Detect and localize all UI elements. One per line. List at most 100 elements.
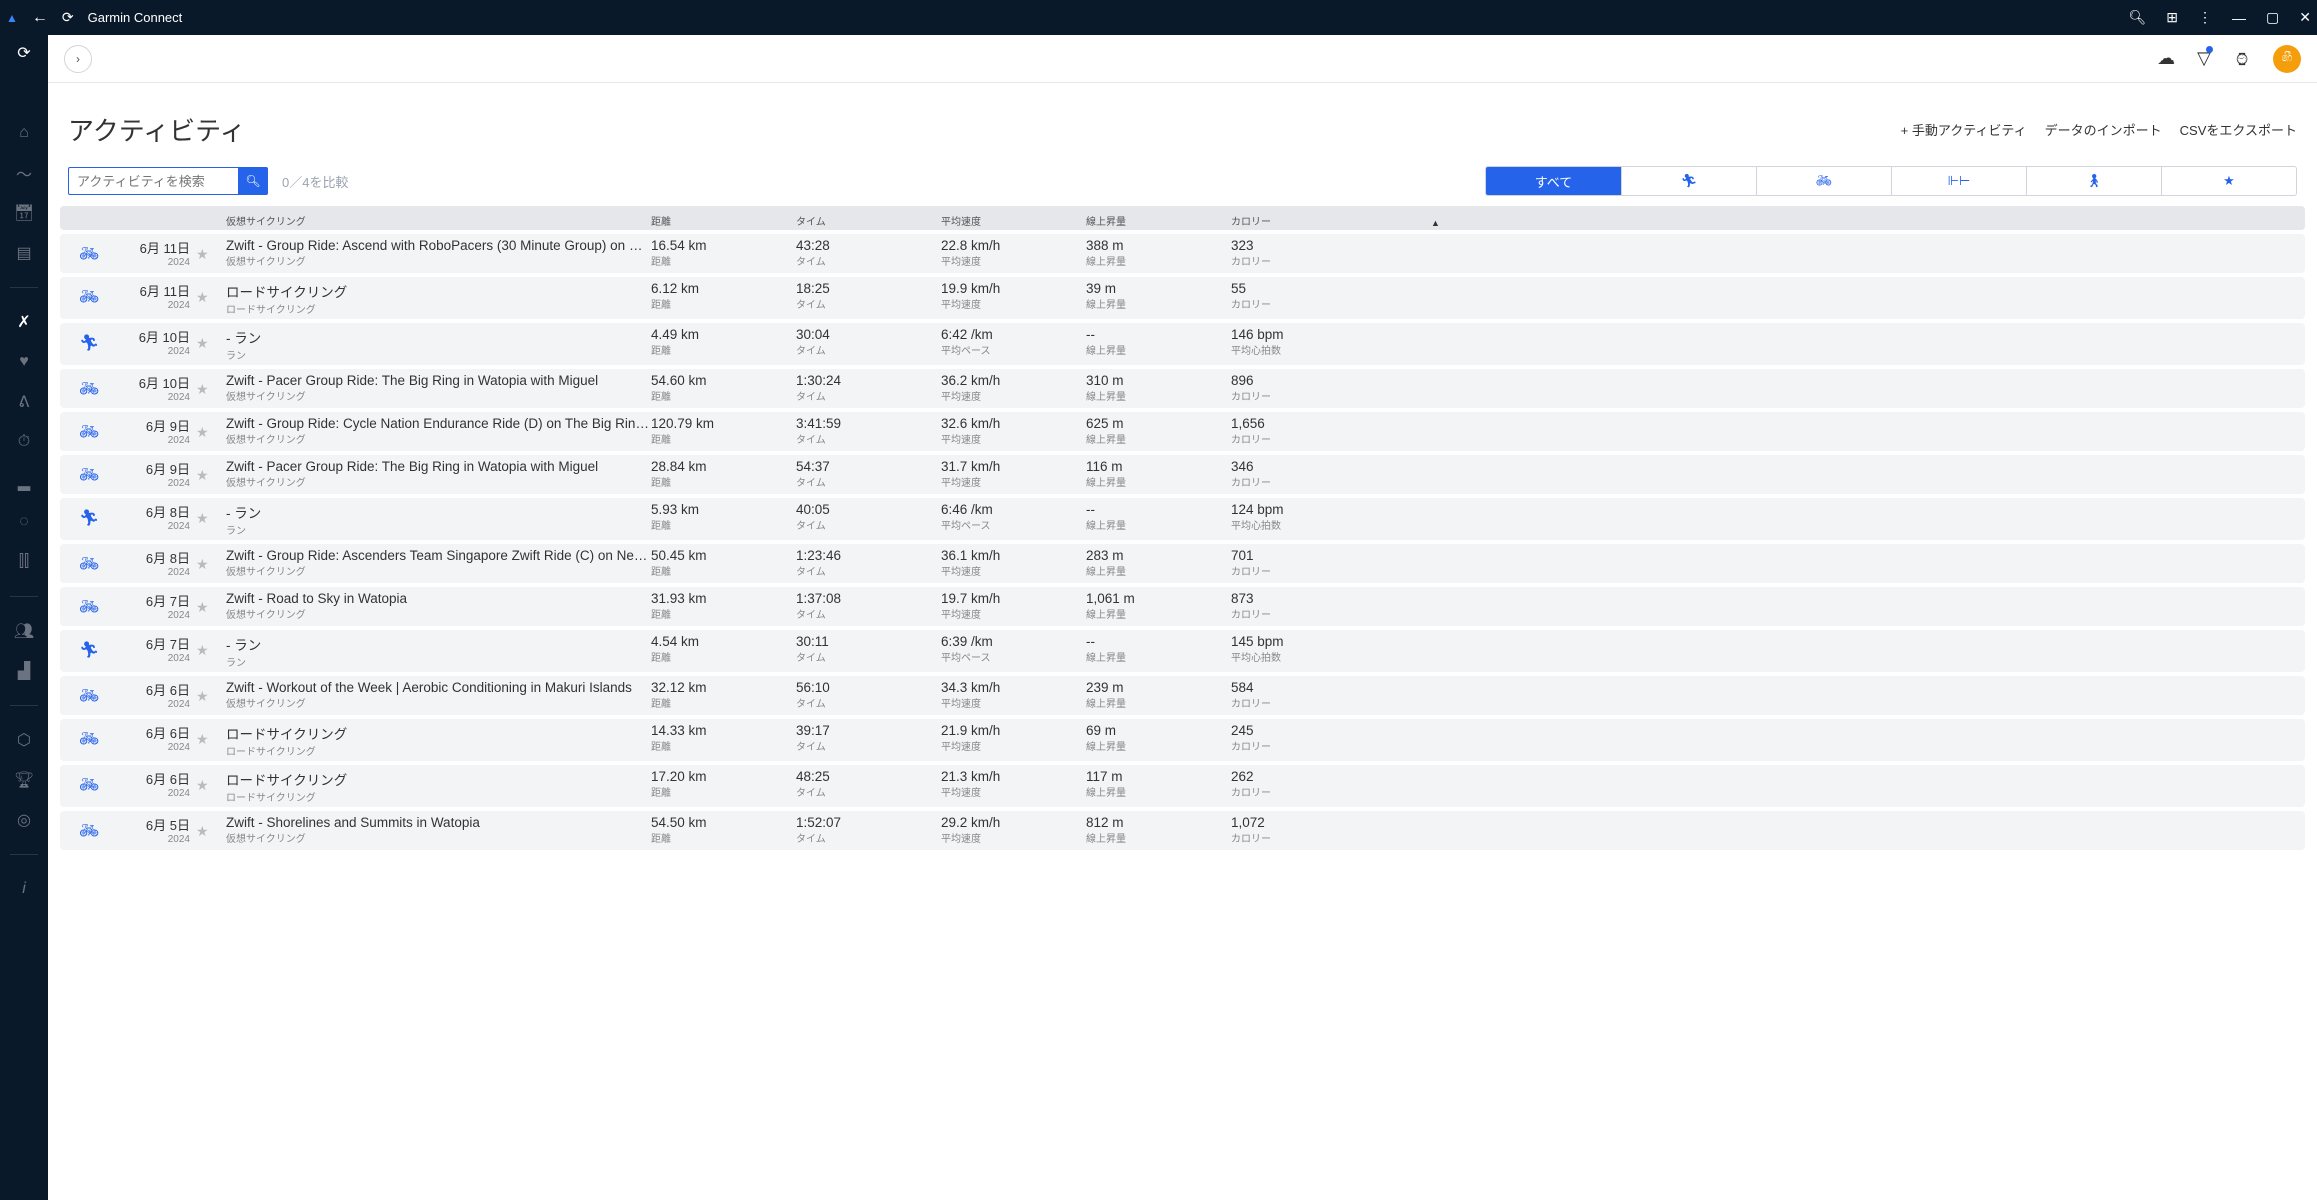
- row-distance: 5.93 km: [651, 502, 796, 517]
- rail-home-icon[interactable]: ⌂: [14, 123, 34, 143]
- favorite-toggle[interactable]: ★: [196, 815, 226, 847]
- search-button[interactable]: 🔍︎: [238, 167, 268, 195]
- rail-group-icon[interactable]: ▟: [14, 661, 34, 681]
- rail-activity-icon[interactable]: ✗: [14, 312, 34, 332]
- table-row[interactable]: 🏃︎ 6月 8日 2024 ★ - ラン ラン 5.93 km 距離 40:05…: [60, 498, 2305, 540]
- rail-shoe-icon[interactable]: ▂: [14, 472, 34, 492]
- favorite-toggle[interactable]: ★: [196, 281, 226, 313]
- tab-cycle[interactable]: 🚲︎: [1756, 167, 1891, 195]
- reload-icon[interactable]: ⟳: [62, 9, 74, 26]
- row-title: Zwift - Workout of the Week | Aerobic Co…: [226, 680, 651, 695]
- tab-strength[interactable]: ⊩⊢: [1891, 167, 2026, 195]
- search-input[interactable]: [68, 167, 238, 195]
- favorite-toggle[interactable]: ★: [196, 680, 226, 712]
- forward-button[interactable]: ›: [64, 45, 92, 73]
- activity-table[interactable]: 仮想サイクリング 距離 タイム 平均速度 線上昇量 カロリー ▲ 🚲︎ 6月 1…: [48, 206, 2317, 1200]
- col-time[interactable]: タイム: [796, 213, 941, 230]
- col-type-sublabel[interactable]: 仮想サイクリング: [226, 213, 651, 230]
- cycle-icon: 🚲︎: [66, 373, 106, 405]
- table-row[interactable]: 🚲︎ 6月 10日 2024 ★ Zwift - Pacer Group Rid…: [60, 369, 2305, 408]
- device-icon[interactable]: ⌚︎: [2233, 45, 2251, 72]
- row-subtype: 仮想サイクリング: [226, 606, 651, 621]
- row-date: 6月 7日: [106, 634, 190, 653]
- col-elev[interactable]: 線上昇量: [1086, 213, 1231, 230]
- favorite-toggle[interactable]: ★: [196, 459, 226, 491]
- cycle-icon: 🚲︎: [66, 723, 106, 755]
- favorite-toggle[interactable]: ★: [196, 723, 226, 755]
- table-row[interactable]: 🚲︎ 6月 6日 2024 ★ Zwift - Workout of the W…: [60, 676, 2305, 715]
- tab-walk[interactable]: 🚶︎: [2026, 167, 2161, 195]
- row-year: 2024: [106, 257, 190, 268]
- action-import-data[interactable]: データのインポート: [2045, 120, 2162, 139]
- row-metric5: 346: [1231, 459, 1431, 474]
- action-manual-activity[interactable]: + 手動アクティビティ: [1901, 120, 2027, 139]
- action-export-csv[interactable]: CSVをエクスポート: [2180, 120, 2297, 139]
- favorite-toggle[interactable]: ★: [196, 634, 226, 666]
- rail-info-icon[interactable]: i: [14, 879, 34, 899]
- maximize-button[interactable]: ▢: [2266, 9, 2279, 26]
- rail-users-icon[interactable]: 👥︎: [14, 621, 34, 641]
- table-row[interactable]: 🚲︎ 6月 6日 2024 ★ ロードサイクリング ロードサイクリング 14.3…: [60, 719, 2305, 761]
- walk-icon: 🚶︎: [2086, 173, 2103, 189]
- table-row[interactable]: 🚲︎ 6月 11日 2024 ★ ロードサイクリング ロードサイクリング 6.1…: [60, 277, 2305, 319]
- favorite-toggle[interactable]: ★: [196, 416, 226, 448]
- favorite-toggle[interactable]: ★: [196, 769, 226, 801]
- back-icon[interactable]: ←: [32, 9, 48, 27]
- col-calorie[interactable]: カロリー: [1231, 213, 1431, 230]
- table-row[interactable]: 🏃︎ 6月 10日 2024 ★ - ラン ラン 4.49 km 距離 30:0…: [60, 323, 2305, 365]
- favorite-toggle[interactable]: ★: [196, 548, 226, 580]
- row-time: 54:37: [796, 459, 941, 474]
- row-subtype: 仮想サイクリング: [226, 695, 651, 710]
- table-row[interactable]: 🚲︎ 6月 5日 2024 ★ Zwift - Shorelines and S…: [60, 811, 2305, 850]
- rail-news-icon[interactable]: ▤: [14, 243, 34, 263]
- extensions-icon[interactable]: ⊞: [2166, 9, 2178, 26]
- favorite-toggle[interactable]: ★: [196, 238, 226, 270]
- favorite-toggle[interactable]: ★: [196, 327, 226, 359]
- inbox-icon[interactable]: ▽: [2197, 48, 2211, 69]
- row-elev: 283 m: [1086, 548, 1231, 563]
- row-distance: 4.54 km: [651, 634, 796, 649]
- tab-favorite[interactable]: ★: [2161, 167, 2296, 195]
- col-speed[interactable]: 平均速度: [941, 213, 1086, 230]
- row-speed: 6:42 /km: [941, 327, 1086, 342]
- table-row[interactable]: 🚲︎ 6月 6日 2024 ★ ロードサイクリング ロードサイクリング 17.2…: [60, 765, 2305, 807]
- row-elev: --: [1086, 502, 1231, 517]
- rail-bulb-icon[interactable]: ◌: [14, 512, 34, 532]
- rail-stats-icon[interactable]: ⫿⫿: [14, 552, 34, 572]
- rail-stopwatch-icon[interactable]: ⏱: [14, 432, 34, 452]
- tab-all[interactable]: すべて: [1486, 167, 1621, 195]
- close-button[interactable]: ✕: [2299, 9, 2311, 26]
- table-row[interactable]: 🏃︎ 6月 7日 2024 ★ - ラン ラン 4.54 km 距離 30:11…: [60, 630, 2305, 672]
- rail-target-icon[interactable]: ◎: [14, 810, 34, 830]
- row-distance: 32.12 km: [651, 680, 796, 695]
- avatar[interactable]: ෯: [2273, 45, 2301, 73]
- rail-trophy-icon[interactable]: 🏆︎: [14, 770, 34, 790]
- row-date: 6月 8日: [106, 502, 190, 521]
- rail-trend-icon[interactable]: 〜: [14, 163, 34, 183]
- favorite-toggle[interactable]: ★: [196, 502, 226, 534]
- rail-refresh-icon[interactable]: ⟳: [14, 43, 34, 63]
- more-icon[interactable]: ⋮: [2198, 9, 2212, 26]
- table-row[interactable]: 🚲︎ 6月 11日 2024 ★ Zwift - Group Ride: Asc…: [60, 234, 2305, 273]
- favorite-toggle[interactable]: ★: [196, 373, 226, 405]
- row-time: 3:41:59: [796, 416, 941, 431]
- favorite-toggle[interactable]: ★: [196, 591, 226, 623]
- rail-badge-icon[interactable]: ⬡: [14, 730, 34, 750]
- rail-calendar-icon[interactable]: 📅︎: [14, 203, 34, 223]
- row-year: 2024: [106, 521, 190, 532]
- cloud-upload-icon[interactable]: ☁: [2157, 48, 2175, 69]
- table-row[interactable]: 🚲︎ 6月 8日 2024 ★ Zwift - Group Ride: Asce…: [60, 544, 2305, 583]
- col-distance[interactable]: 距離: [651, 213, 796, 230]
- zoom-icon[interactable]: 🔍︎: [2129, 9, 2147, 26]
- row-date: 6月 6日: [106, 680, 190, 699]
- rail-heart-icon[interactable]: ♥: [14, 352, 34, 372]
- row-metric5: 124 bpm: [1231, 502, 1431, 517]
- minimize-button[interactable]: —: [2232, 10, 2246, 26]
- table-row[interactable]: 🚲︎ 6月 9日 2024 ★ Zwift - Group Ride: Cycl…: [60, 412, 2305, 451]
- table-row[interactable]: 🚲︎ 6月 9日 2024 ★ Zwift - Pacer Group Ride…: [60, 455, 2305, 494]
- compare-label: 0／4を比較: [282, 172, 348, 191]
- rail-run-icon[interactable]: ᕕ: [14, 392, 34, 412]
- tab-run[interactable]: 🏃︎: [1621, 167, 1756, 195]
- sort-caret-icon[interactable]: ▲: [1431, 218, 1451, 230]
- table-row[interactable]: 🚲︎ 6月 7日 2024 ★ Zwift - Road to Sky in W…: [60, 587, 2305, 626]
